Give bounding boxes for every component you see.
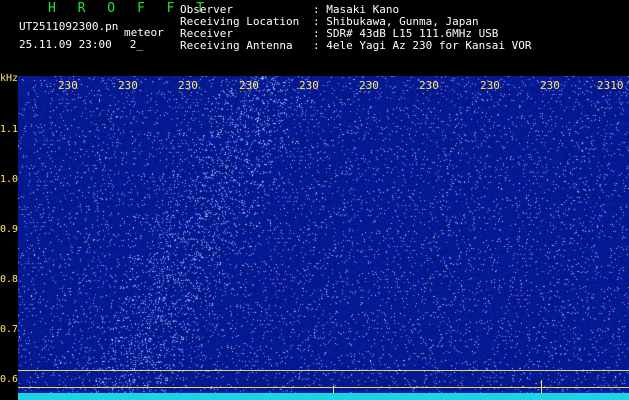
- spectrogram-canvas: [18, 76, 629, 400]
- x-tick-label: 230: [118, 79, 138, 92]
- y-tick-label: 1.0: [0, 174, 19, 185]
- y-unit-label: kHz: [0, 73, 19, 84]
- x-tick-label: 230: [419, 79, 439, 92]
- x-tick-label: 230: [359, 79, 379, 92]
- x-tick-label: 230: [540, 79, 560, 92]
- reference-line: [18, 387, 629, 388]
- y-tick-label: 0.6: [0, 374, 19, 385]
- y-tick-label: 0.7: [0, 324, 19, 335]
- x-tick-label: 2310: [597, 79, 624, 92]
- y-tick-label: 0.8: [0, 274, 19, 285]
- y-tick-label: 0.9: [0, 224, 19, 235]
- x-tick-label: 230: [480, 79, 500, 92]
- signal-mark: [541, 380, 542, 394]
- x-tick-label: 230: [58, 79, 78, 92]
- date-time: 25.11.09 23:00 2_: [19, 38, 143, 51]
- x-tick-label: 230: [299, 79, 319, 92]
- reference-line: [18, 370, 629, 371]
- x-tick-label: 230: [239, 79, 259, 92]
- date-extra: 2_: [129, 38, 143, 51]
- station-info: Observer: Masaki Kano Receiving Location…: [180, 4, 532, 52]
- amplitude-baseline: [18, 393, 629, 400]
- info-antenna: Receiving Antenna: 4ele Yagi Az 230 for …: [180, 39, 532, 52]
- header-panel: H R O F F T UT2511092300.pn meteor 25.11…: [0, 0, 629, 76]
- x-tick-label: 230: [178, 79, 198, 92]
- file-name: UT2511092300.pn: [19, 20, 119, 33]
- y-tick-label: 1.1: [0, 124, 19, 135]
- date-time-value: 25.11.09 23:00: [19, 38, 112, 51]
